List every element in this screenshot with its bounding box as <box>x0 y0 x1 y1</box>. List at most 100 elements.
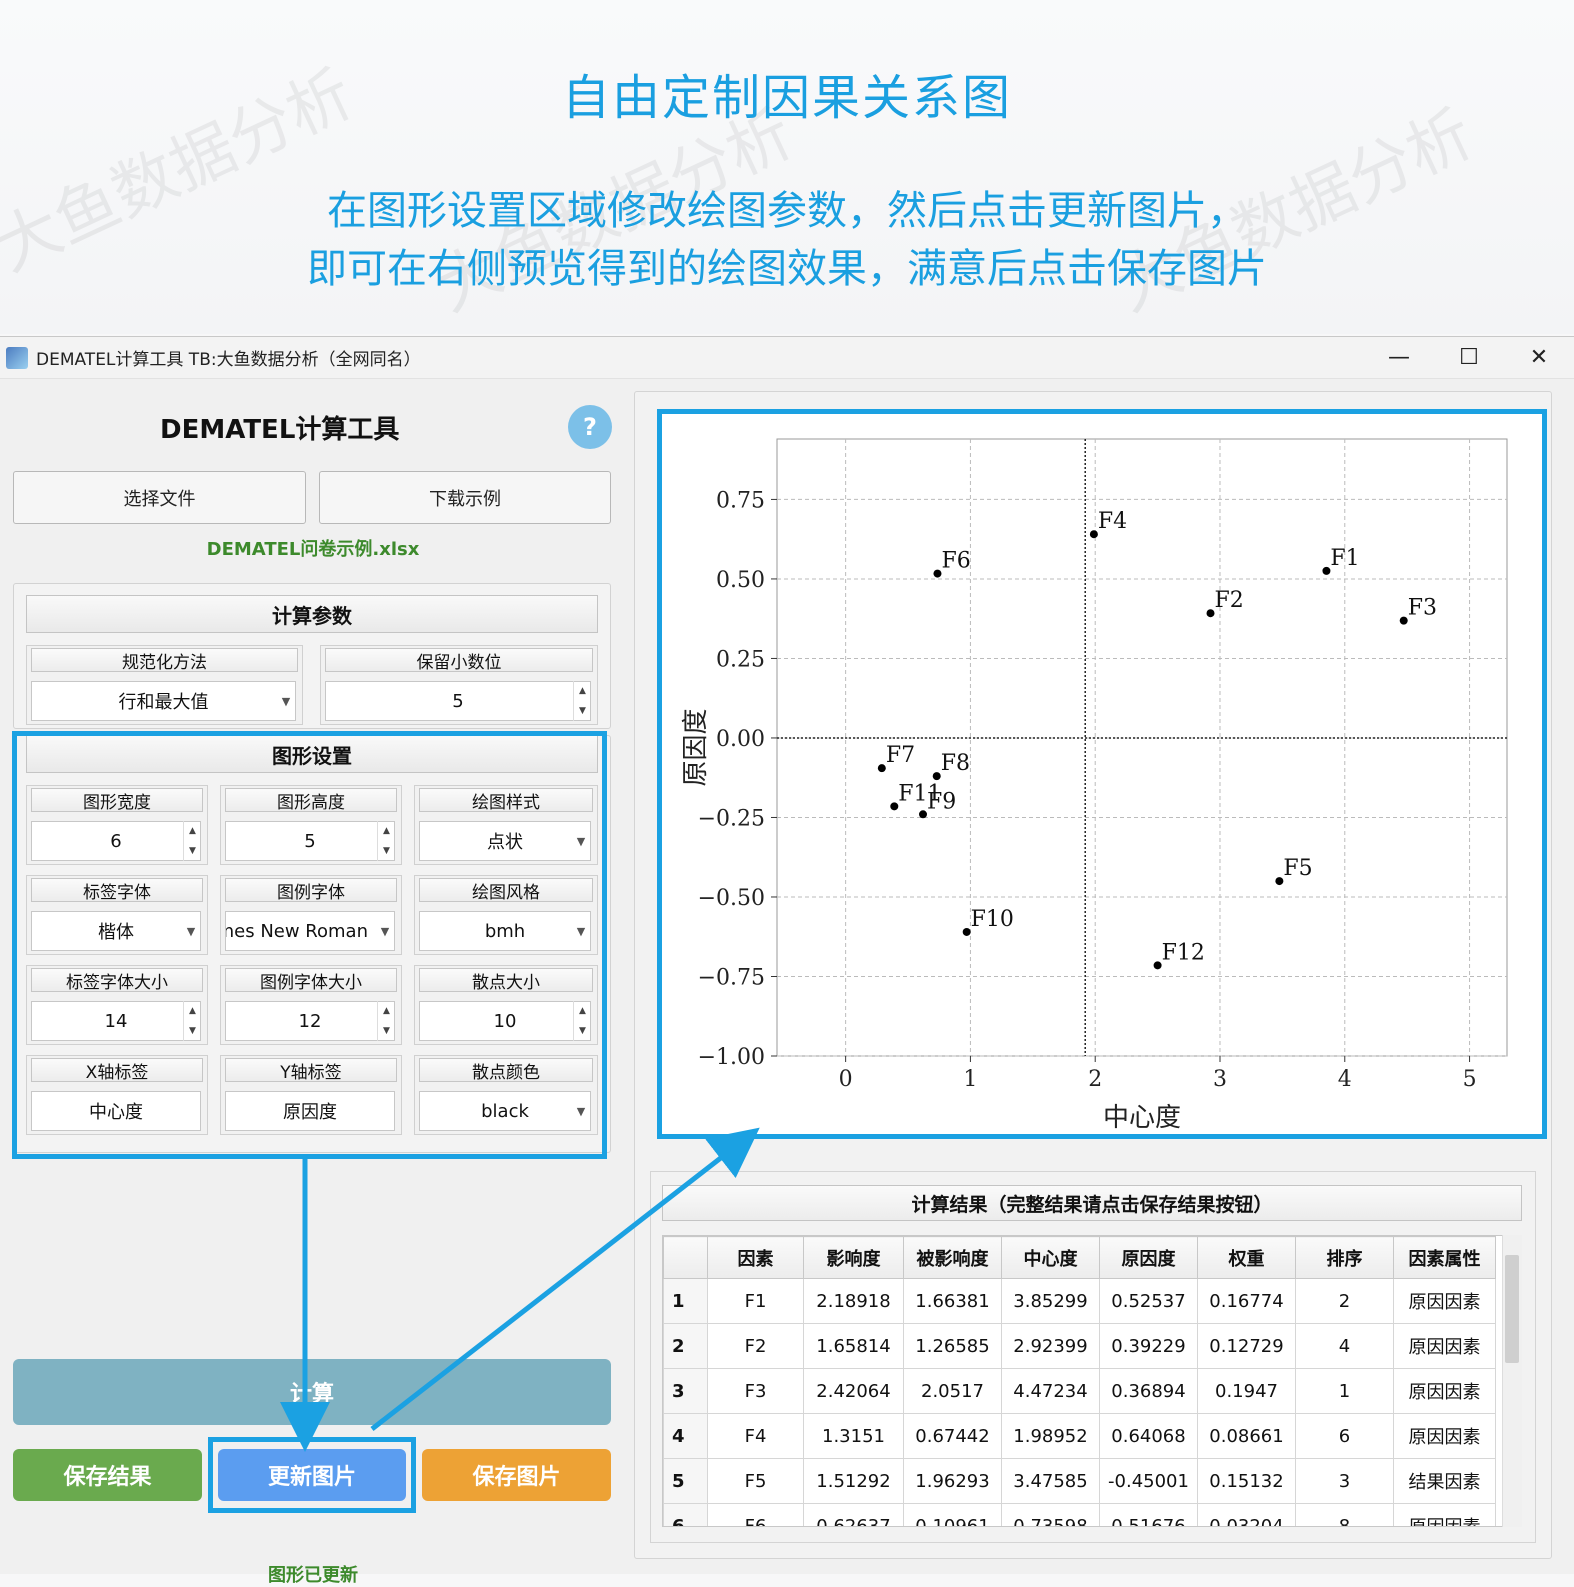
row-number: 3 <box>663 1368 708 1414</box>
table-cell: 2 <box>1295 1278 1394 1324</box>
data-point <box>1322 566 1331 575</box>
app-heading: DEMATEL计算工具 <box>160 415 400 445</box>
table-cell: 0.10961 <box>903 1503 1002 1526</box>
save-image-button[interactable]: 保存图片 <box>422 1449 611 1501</box>
x-tick-label: 0 <box>839 1067 853 1092</box>
table-cell: 8 <box>1295 1503 1394 1526</box>
banner: 大鱼数据分析 大鱼数据分析 大鱼数据分析 自由定制因果关系图 在图形设置区域修改… <box>0 0 1574 334</box>
data-point <box>1153 961 1162 970</box>
scatter-chart: 0 1 2 3 4 5 −1.00 −0.75 −0.50 −0.25 0.00 0.25 0.50 0.… <box>681 438 1508 1133</box>
table-row[interactable]: 3 F3 2.42064 2.0517 4.47234 0.36894 0.1947 1 原因因… <box>663 1368 1496 1414</box>
y-tick-label: 0.00 <box>716 727 765 752</box>
table-cell: 0.64068 <box>1099 1413 1198 1459</box>
table-cell: 原因因素 <box>1393 1503 1496 1526</box>
chevron-down-icon[interactable]: ▼ <box>276 681 296 721</box>
table-cell: 1.96293 <box>903 1458 1002 1504</box>
table-cell: 0.52537 <box>1099 1278 1198 1324</box>
table-cell: 1 <box>1295 1368 1394 1414</box>
data-point <box>1275 877 1284 886</box>
table-row[interactable]: 5 F5 1.51292 1.96293 3.47585 -0.45001 0.15132 3… <box>663 1458 1496 1504</box>
table-cell: 0.08661 <box>1197 1413 1296 1459</box>
plot-preview-frame: 0 1 2 3 4 5 −1.00 −0.75 −0.50 −0.25 0.00 0.25 0.50 0.… <box>657 409 1547 1139</box>
table-cell: 0.1947 <box>1197 1368 1296 1414</box>
x-tick-label: 4 <box>1338 1067 1352 1092</box>
y-tick-label: 0.25 <box>716 647 765 672</box>
table-cell: 1.51292 <box>803 1458 904 1504</box>
help-icon[interactable]: ? <box>568 405 612 449</box>
column-header[interactable]: 影响度 <box>803 1236 904 1279</box>
data-point <box>1399 616 1408 625</box>
table-cell: 原因因素 <box>1393 1278 1496 1324</box>
point-label: F6 <box>941 549 970 574</box>
column-header[interactable]: 因素属性 <box>1393 1236 1496 1279</box>
x-axis-label: 中心度 <box>1103 1103 1181 1133</box>
table-cell: 0.16774 <box>1197 1278 1296 1324</box>
table-cell: 原因因素 <box>1393 1368 1496 1414</box>
banner-title: 自由定制因果关系图 <box>561 70 1012 126</box>
column-header[interactable]: 原因度 <box>1099 1236 1198 1279</box>
titlebar: DEMATEL计算工具 TB:大鱼数据分析（全网同名） — ☐ ✕ <box>0 337 1574 379</box>
table-row[interactable]: 1 F1 2.18918 1.66381 3.85299 0.52537 0.16774 2 原… <box>663 1278 1496 1324</box>
app-icon <box>6 346 28 369</box>
spin-arrows-icon[interactable]: ▲ ▼ <box>573 681 591 721</box>
row-number: 5 <box>663 1458 708 1504</box>
table-cell: 1.98952 <box>1001 1413 1100 1459</box>
table-cell: 0.03204 <box>1197 1503 1296 1526</box>
table-cell: 6 <box>1295 1413 1394 1459</box>
table-cell: 0.39229 <box>1099 1323 1198 1369</box>
data-point <box>1206 609 1215 618</box>
y-axis-label: 原因度 <box>681 708 711 786</box>
calc-params-title: 计算参数 <box>26 595 598 633</box>
y-tick-label: 0.50 <box>716 568 765 593</box>
decimals-input[interactable]: 5 <box>325 681 591 721</box>
table-cell: F4 <box>707 1413 804 1459</box>
download-example-button[interactable]: 下载示例 <box>319 471 611 524</box>
table-cell: 1.65814 <box>803 1323 904 1369</box>
table-row[interactable]: 4 F4 1.3151 0.67442 1.98952 0.64068 0.08661 6 原因… <box>663 1413 1496 1459</box>
column-header[interactable]: 因素 <box>707 1236 804 1279</box>
norm-method-select[interactable]: 行和最大值 <box>31 681 296 721</box>
maximize-icon[interactable]: ☐ <box>1434 337 1504 379</box>
row-number: 4 <box>663 1413 708 1459</box>
table-cell: 0.51676 <box>1099 1503 1198 1526</box>
table-row[interactable]: 6F60.626370.109610.735980.516760.032048原… <box>663 1503 1496 1526</box>
column-header[interactable]: 中心度 <box>1001 1236 1100 1279</box>
window-title: DEMATEL计算工具 TB:大鱼数据分析（全网同名） <box>36 350 421 370</box>
table-cell: 4.47234 <box>1001 1368 1100 1414</box>
table-cell: 3.47585 <box>1001 1458 1100 1504</box>
update-image-button[interactable]: 更新图片 <box>218 1449 406 1501</box>
table-cell: 3 <box>1295 1458 1394 1504</box>
data-point <box>877 764 886 773</box>
choose-file-button[interactable]: 选择文件 <box>13 471 306 524</box>
calculate-button[interactable]: 计算 <box>13 1359 611 1425</box>
minimize-icon[interactable]: — <box>1364 337 1434 379</box>
plot-settings-highlight <box>12 731 607 1159</box>
table-row[interactable]: 2 F2 1.65814 1.26585 2.92399 0.39229 0.12729 4 原… <box>663 1323 1496 1369</box>
point-label: F5 <box>1283 856 1312 881</box>
results-table-wrap: 因素 影响度 被影响度 中心度 原因度 权重 排序 因素属性 1 F1 2.18918 1.6638… <box>662 1235 1522 1527</box>
table-cell: -0.45001 <box>1099 1458 1198 1504</box>
table-cell: 4 <box>1295 1323 1394 1369</box>
table-cell: F1 <box>707 1278 804 1324</box>
save-result-button[interactable]: 保存结果 <box>13 1449 202 1501</box>
column-header[interactable]: 权重 <box>1197 1236 1296 1279</box>
banner-subtitle-2: 即可在右侧预览得到的绘图效果，满意后点击保存图片 <box>307 246 1267 292</box>
app-window: DEMATEL计算工具 TB:大鱼数据分析（全网同名） — ☐ ✕ DEMATE… <box>0 336 1574 1586</box>
data-point <box>932 772 941 781</box>
table-cell: F5 <box>707 1458 804 1504</box>
table-cell: 结果因素 <box>1393 1458 1496 1504</box>
scrollbar-thumb[interactable] <box>1505 1255 1519 1363</box>
column-header[interactable]: 排序 <box>1295 1236 1394 1279</box>
table-cell: 1.66381 <box>903 1278 1002 1324</box>
point-label: F1 <box>1330 546 1359 571</box>
data-point <box>919 810 927 819</box>
point-label: F11 <box>898 781 941 806</box>
row-number: 1 <box>663 1278 708 1324</box>
results-table: 因素 影响度 被影响度 中心度 原因度 权重 排序 因素属性 1 F1 2.18918 1.6638… <box>663 1236 1496 1526</box>
column-header[interactable]: 被影响度 <box>903 1236 1002 1279</box>
close-icon[interactable]: ✕ <box>1504 337 1574 379</box>
table-cell: 原因因素 <box>1393 1413 1496 1459</box>
x-tick-label: 2 <box>1088 1067 1102 1092</box>
data-point <box>890 802 899 811</box>
x-tick-label: 3 <box>1213 1067 1227 1092</box>
